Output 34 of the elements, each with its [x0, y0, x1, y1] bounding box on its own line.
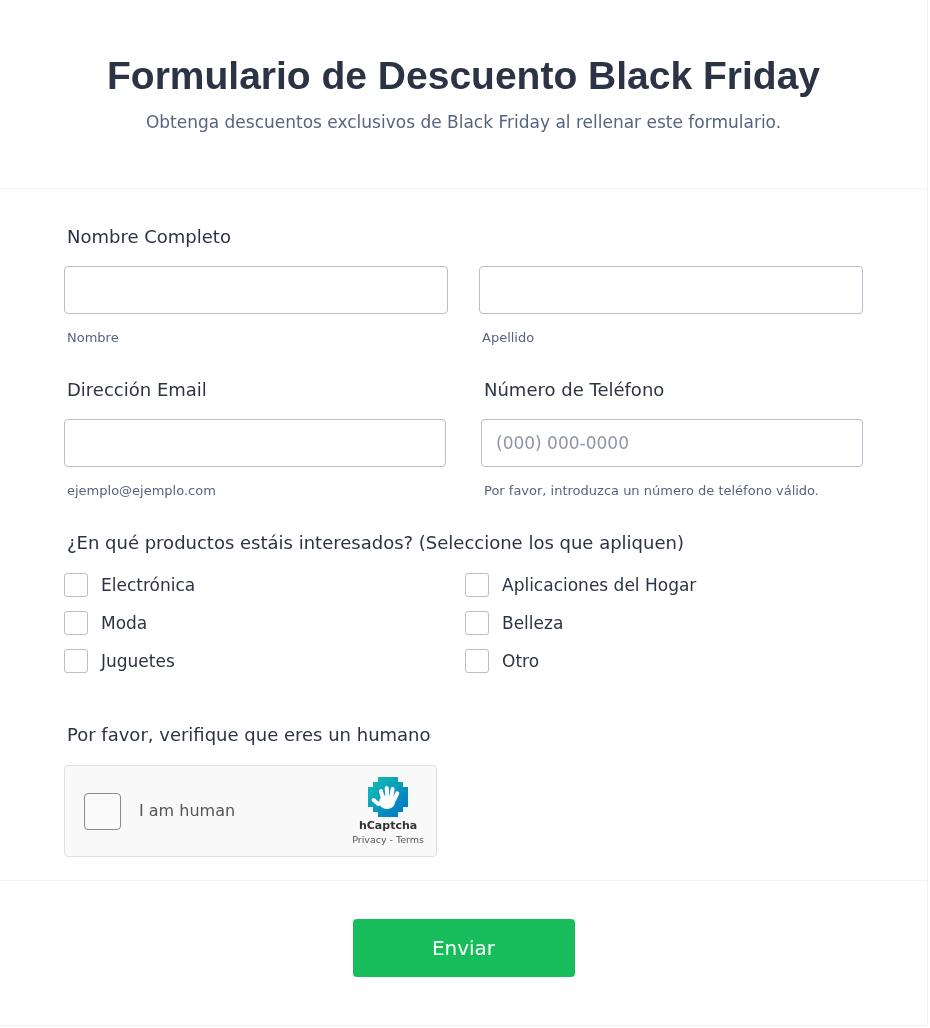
field-label: Dirección Email [66, 378, 208, 402]
field-sublabel: ejemplo@ejemplo.com [66, 482, 217, 500]
checkbox[interactable] [64, 611, 88, 635]
checkbox-label[interactable]: Electrónica [101, 573, 196, 597]
checkbox-label[interactable]: Otro [502, 649, 540, 673]
checkbox-label[interactable]: Moda [101, 611, 148, 635]
form-subtitle: Obtenga descuentos exclusivos de Black Friday al rellenar este formulario. [144, 111, 783, 134]
checkbox[interactable] [465, 649, 489, 673]
checkbox[interactable] [64, 573, 88, 597]
checkbox[interactable] [64, 649, 88, 673]
checkbox[interactable] [465, 611, 489, 635]
input-field[interactable] [64, 266, 448, 314]
checkbox-label[interactable]: Juguetes [101, 649, 175, 673]
field-label: Nombre Completo [66, 225, 232, 249]
link-separator: - [389, 832, 393, 846]
form-title: Formulario de Descuento Black Friday [106, 53, 821, 99]
input-field[interactable]: (000) 000-0000 [481, 419, 863, 467]
question-label: ¿En qué productos estáis interesados? (Seleccione los que apliquen) [66, 531, 685, 555]
legal-link[interactable]: Terms [396, 832, 424, 846]
input-field[interactable] [479, 266, 863, 314]
checkbox[interactable] [465, 573, 489, 597]
captcha-label: I am human [139, 800, 236, 822]
field-sublabel: Apellido [481, 329, 536, 347]
field-label: Por favor, verifique que eres un humano [66, 723, 432, 747]
captcha-checkbox[interactable] [84, 792, 121, 830]
field-label: Número de Teléfono [483, 378, 666, 402]
field-sublabel: Por favor, introduzca un número de teléfono válido. [483, 482, 820, 500]
field-sublabel: Nombre [66, 329, 120, 347]
hand-logo-icon [368, 776, 409, 817]
checkbox-label[interactable]: Aplicaciones del Hogar [502, 573, 697, 597]
brand-name: hCaptcha [358, 818, 418, 833]
checkbox-label[interactable]: Belleza [502, 611, 564, 635]
legal-link[interactable]: Privacy [352, 832, 387, 846]
input-field[interactable] [64, 419, 446, 467]
